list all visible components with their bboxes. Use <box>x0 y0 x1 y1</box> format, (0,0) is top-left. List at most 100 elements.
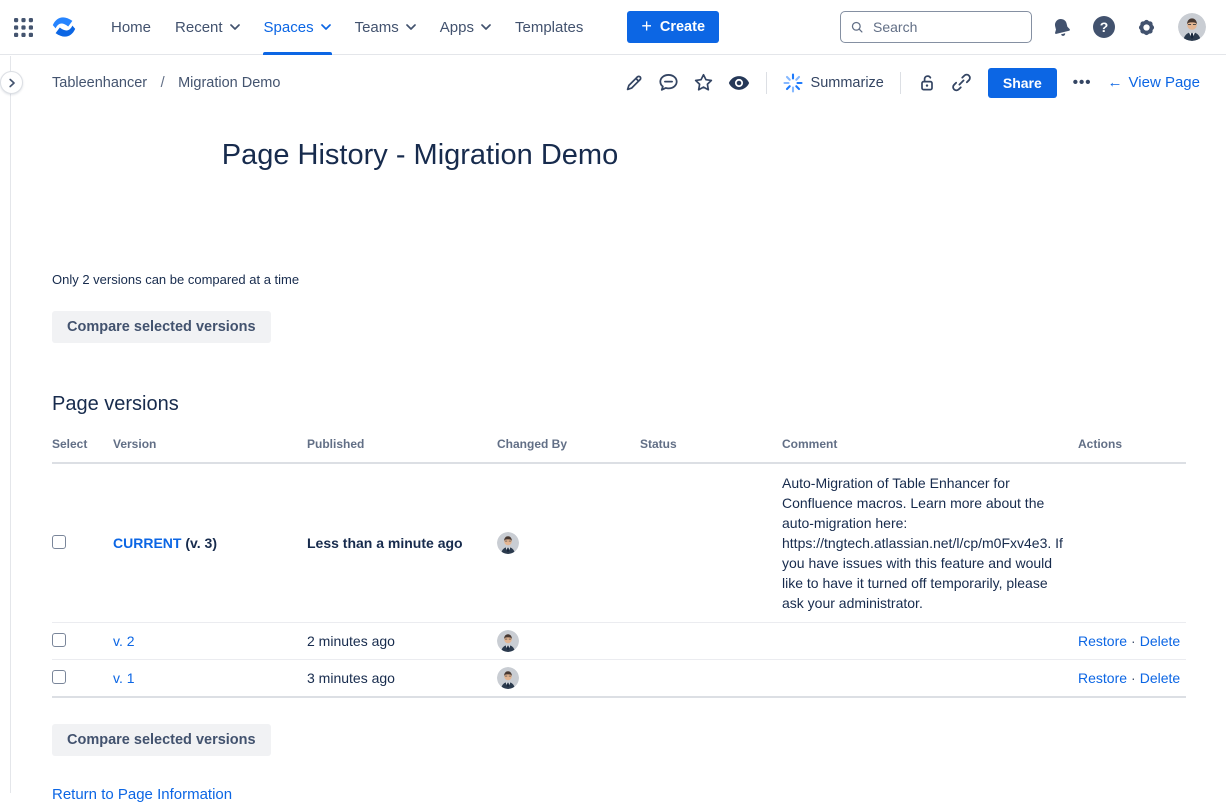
app-switcher-button[interactable] <box>14 18 33 37</box>
watch-button[interactable] <box>728 72 750 94</box>
version-comment: Auto-Migration of Table Enhancer for Con… <box>782 463 1078 623</box>
user-avatar <box>1178 13 1206 41</box>
page-title: Page History - Migration Demo <box>52 135 788 175</box>
compare-selected-versions-button-top[interactable]: Compare selected versions <box>52 311 271 343</box>
changed-by-avatar[interactable] <box>497 532 519 554</box>
comments-button[interactable] <box>658 72 679 93</box>
search-box[interactable] <box>840 11 1032 43</box>
toolbar-divider <box>900 72 901 94</box>
top-nav-right: ? <box>1051 13 1206 41</box>
column-header-select: Select <box>52 431 113 463</box>
summarize-label: Summarize <box>811 75 884 91</box>
restrictions-button[interactable] <box>917 73 937 93</box>
chevron-down-icon <box>230 24 240 30</box>
share-button[interactable]: Share <box>988 68 1057 98</box>
app-grid-icon <box>14 18 33 37</box>
eye-icon <box>728 72 750 94</box>
nav-item-recent[interactable]: Recent <box>163 0 252 55</box>
published-time: Less than a minute ago <box>307 463 497 623</box>
notifications-button[interactable] <box>1051 17 1072 38</box>
nav-item-templates[interactable]: Templates <box>503 0 595 55</box>
nav-item-spaces[interactable]: Spaces <box>252 0 343 55</box>
ellipsis-icon: ••• <box>1073 74 1092 91</box>
compare-selected-versions-button-bottom[interactable]: Compare selected versions <box>52 724 271 756</box>
action-separator: · <box>1127 670 1140 686</box>
nav-item-apps[interactable]: Apps <box>428 0 503 55</box>
top-nav: Home Recent Spaces Teams Apps Templates … <box>0 0 1226 55</box>
version-comment <box>782 660 1078 698</box>
return-to-page-information-link[interactable]: Return to Page Information <box>52 786 232 803</box>
chevron-down-icon <box>406 24 416 30</box>
column-header-actions: Actions <box>1078 431 1186 463</box>
chevron-down-icon <box>481 24 491 30</box>
breadcrumb: Tableenhancer / Migration Demo <box>52 74 280 92</box>
plus-icon: + <box>641 17 652 35</box>
help-button[interactable]: ? <box>1093 16 1115 38</box>
versions-table: Select Version Published Changed By Stat… <box>52 431 1186 698</box>
version-row-2: v. 2 2 minutes ago Restore·Delete <box>52 623 1186 660</box>
unlock-icon <box>917 73 937 93</box>
delete-link[interactable]: Delete <box>1140 633 1180 649</box>
version-row-1: v. 1 3 minutes ago Restore·Delete <box>52 660 1186 698</box>
breadcrumb-row: Tableenhancer / Migration Demo <box>0 55 1226 110</box>
version-link[interactable]: v. 2 <box>113 633 135 649</box>
version-checkbox[interactable] <box>52 633 66 647</box>
version-comment <box>782 623 1078 660</box>
primary-nav: Home Recent Spaces Teams Apps Templates <box>99 0 595 55</box>
restore-link[interactable]: Restore <box>1078 670 1127 686</box>
restore-link[interactable]: Restore <box>1078 633 1127 649</box>
delete-link[interactable]: Delete <box>1140 670 1180 686</box>
table-header-row: Select Version Published Changed By Stat… <box>52 431 1186 463</box>
nav-item-teams[interactable]: Teams <box>343 0 428 55</box>
create-button[interactable]: + Create <box>627 11 719 43</box>
star-icon <box>693 72 714 93</box>
status-cell <box>640 623 782 660</box>
bell-icon <box>1049 14 1074 39</box>
column-header-status: Status <box>640 431 782 463</box>
expand-sidebar-button[interactable] <box>0 71 23 94</box>
pencil-icon <box>624 73 644 93</box>
main-content: Page History - Migration Demo Only 2 ver… <box>0 135 1226 804</box>
version-link-current[interactable]: CURRENT <box>113 535 181 551</box>
version-checkbox[interactable] <box>52 670 66 684</box>
changed-by-avatar[interactable] <box>497 630 519 652</box>
chevron-down-icon <box>321 24 331 30</box>
arrow-left-icon: ← <box>1108 74 1123 91</box>
star-button[interactable] <box>693 72 714 93</box>
status-cell <box>640 660 782 698</box>
column-header-changed-by: Changed By <box>497 431 640 463</box>
confluence-logo[interactable] <box>49 13 79 41</box>
profile-button[interactable] <box>1178 13 1206 41</box>
version-link[interactable]: v. 1 <box>113 670 135 686</box>
sparkle-icon <box>783 73 803 93</box>
summarize-button[interactable]: Summarize <box>783 73 884 93</box>
edit-button[interactable] <box>624 73 644 93</box>
nav-item-home[interactable]: Home <box>99 0 163 55</box>
more-actions-button[interactable]: ••• <box>1071 74 1094 91</box>
version-number: (v. 3) <box>185 535 217 551</box>
column-header-published: Published <box>307 431 497 463</box>
share-button-label: Share <box>1003 75 1042 91</box>
changed-by-avatar[interactable] <box>497 667 519 689</box>
view-page-link[interactable]: ← View Page <box>1108 74 1200 91</box>
column-header-version: Version <box>113 431 307 463</box>
breadcrumb-space-link[interactable]: Tableenhancer <box>52 75 147 91</box>
toolbar-divider <box>766 72 767 94</box>
nav-item-label: Templates <box>515 19 583 36</box>
nav-item-label: Home <box>111 19 151 36</box>
nav-item-label: Recent <box>175 19 223 36</box>
copy-link-button[interactable] <box>951 72 972 93</box>
breadcrumb-page-link[interactable]: Migration Demo <box>178 75 280 91</box>
confluence-logo-icon <box>49 13 79 41</box>
version-checkbox[interactable] <box>52 535 66 549</box>
search-input[interactable] <box>871 18 1022 36</box>
column-header-comment: Comment <box>782 431 1078 463</box>
question-mark-icon: ? <box>1093 16 1115 38</box>
version-row-current: CURRENT (v. 3) Less than a minute ago Au… <box>52 463 1186 623</box>
sidebar-divider <box>10 56 11 793</box>
comment-icon <box>658 72 679 93</box>
page-toolbar: Summarize Share ••• ← View Page <box>624 68 1200 98</box>
status-cell <box>640 463 782 623</box>
settings-button[interactable] <box>1136 17 1157 38</box>
breadcrumb-separator: / <box>161 75 165 91</box>
